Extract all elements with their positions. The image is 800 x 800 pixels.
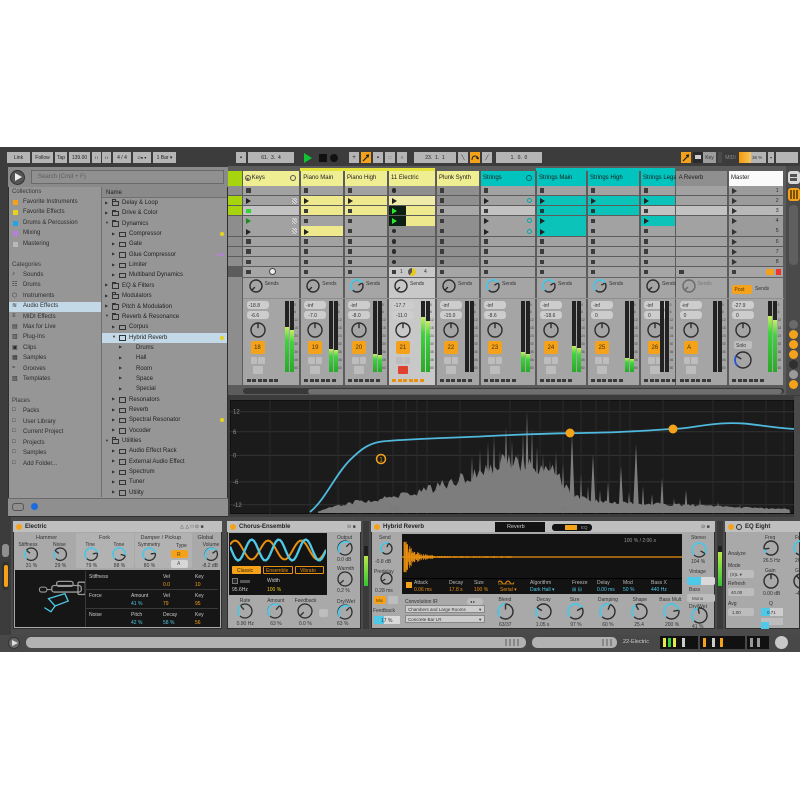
svg-text:6: 6	[233, 430, 237, 436]
svg-text:0: 0	[233, 453, 237, 459]
svg-text:-6: -6	[233, 480, 239, 486]
svg-text:12: 12	[233, 410, 240, 416]
svg-text:10k: 10k	[718, 507, 727, 513]
svg-text:-12: -12	[233, 503, 242, 509]
svg-text:1k: 1k	[562, 507, 568, 513]
svg-text:100: 100	[390, 507, 399, 513]
